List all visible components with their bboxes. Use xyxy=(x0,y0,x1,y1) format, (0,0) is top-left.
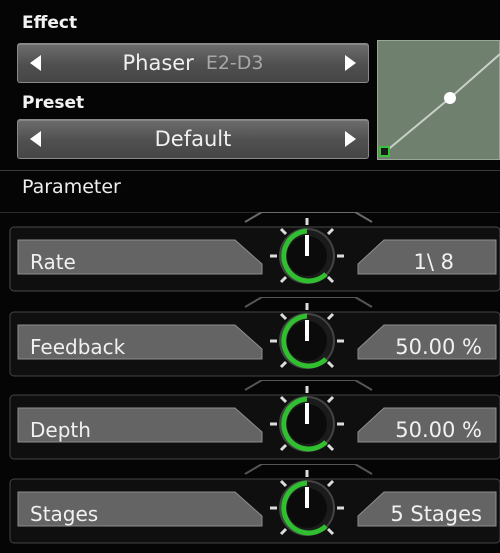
effect-label: Effect xyxy=(22,13,78,33)
triangle-right-icon xyxy=(345,55,356,71)
curve-handle-point[interactable] xyxy=(444,92,456,104)
depth-knob[interactable] xyxy=(266,383,348,465)
parameter-section-title: Parameter xyxy=(22,176,121,198)
parameter-row-rate: Rate 1\ 8 xyxy=(0,212,500,298)
parameter-value[interactable]: 1\ 8 xyxy=(414,250,454,274)
response-curve-graph[interactable] xyxy=(376,39,500,161)
preset-label: Preset xyxy=(22,93,85,113)
effect-prev-button[interactable] xyxy=(18,44,52,82)
triangle-right-icon xyxy=(345,131,356,147)
effect-name: Phaser xyxy=(122,51,194,75)
parameter-label: Rate xyxy=(30,250,76,274)
effect-variant: E2-D3 xyxy=(205,52,264,74)
parameter-value[interactable]: 50.00 % xyxy=(395,335,482,359)
curve-start-handle[interactable] xyxy=(379,146,390,157)
parameter-value[interactable]: 5 Stages xyxy=(390,502,482,526)
effect-display: Phaser E2-D3 xyxy=(52,44,334,82)
preset-next-button[interactable] xyxy=(334,120,368,158)
effect-selector[interactable]: Phaser E2-D3 xyxy=(17,43,369,83)
feedback-knob[interactable] xyxy=(266,300,348,382)
parameter-row-depth: Depth 50.00 % xyxy=(0,380,500,466)
parameter-label: Depth xyxy=(30,418,91,442)
triangle-left-icon xyxy=(30,131,41,147)
parameter-label: Stages xyxy=(30,502,99,526)
parameter-value[interactable]: 50.00 % xyxy=(395,418,482,442)
preset-prev-button[interactable] xyxy=(18,120,52,158)
preset-selector[interactable]: Default xyxy=(17,119,369,159)
preset-name: Default xyxy=(154,127,232,151)
parameter-row-stages: Stages 5 Stages xyxy=(0,464,500,550)
parameter-label: Feedback xyxy=(30,335,126,359)
triangle-left-icon xyxy=(30,55,41,71)
rate-knob[interactable] xyxy=(266,215,348,297)
effect-next-button[interactable] xyxy=(334,44,368,82)
preset-display: Default xyxy=(52,120,334,158)
parameter-row-feedback: Feedback 50.00 % xyxy=(0,297,500,383)
stages-knob[interactable] xyxy=(266,467,348,549)
